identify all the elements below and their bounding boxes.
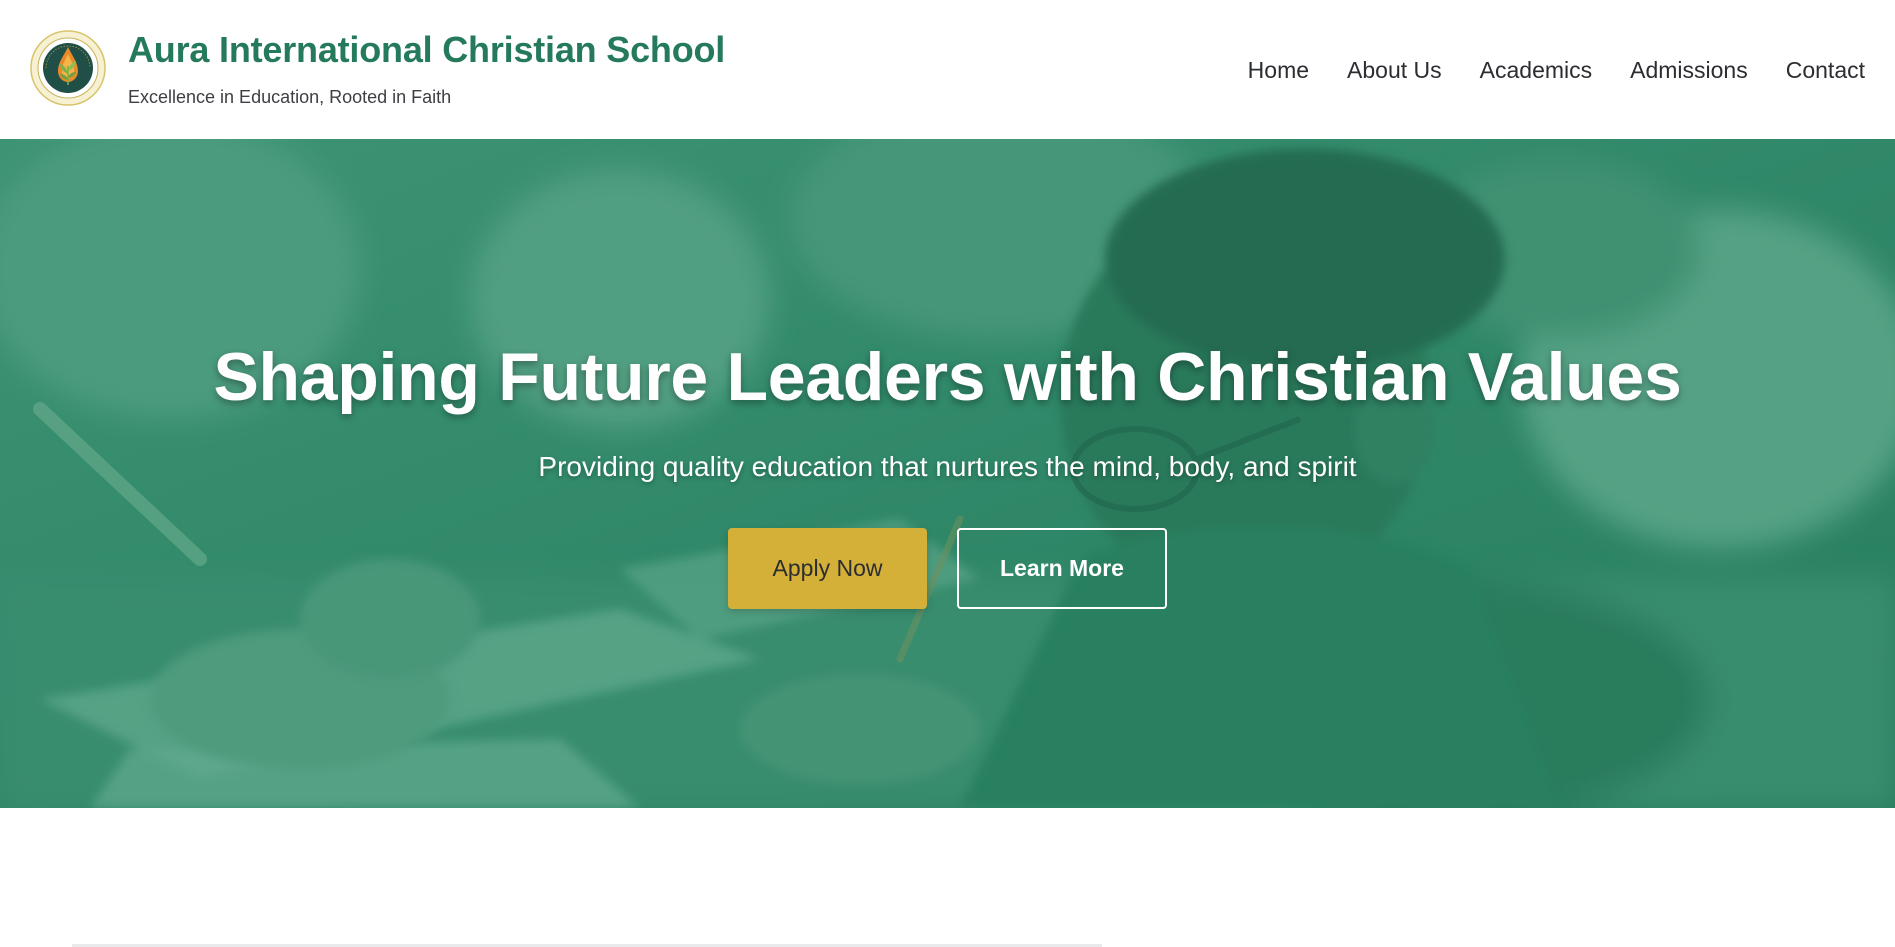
site-header: Aura International Christian School Exce… <box>0 0 1895 139</box>
hero-title: Shaping Future Leaders with Christian Va… <box>213 339 1682 415</box>
apply-now-button[interactable]: Apply Now <box>728 528 927 609</box>
hero-content: Shaping Future Leaders with Christian Va… <box>0 139 1895 808</box>
hero-section: Shaping Future Leaders with Christian Va… <box>0 139 1895 808</box>
site-title[interactable]: Aura International Christian School <box>128 28 725 72</box>
main-nav: Home About Us Academics Admissions Conta… <box>1248 0 1865 139</box>
nav-link-about-us[interactable]: About Us <box>1347 57 1442 84</box>
site-tagline: Excellence in Education, Rooted in Faith <box>128 86 452 107</box>
nav-link-admissions[interactable]: Admissions <box>1630 57 1748 84</box>
nav-link-home[interactable]: Home <box>1248 57 1309 84</box>
nav-link-academics[interactable]: Academics <box>1480 57 1592 84</box>
brand-text: Aura International Christian School Exce… <box>128 28 725 108</box>
brand[interactable]: Aura International Christian School Exce… <box>30 0 725 139</box>
hero-subtitle: Providing quality education that nurture… <box>538 451 1357 482</box>
nav-link-contact[interactable]: Contact <box>1786 57 1865 84</box>
school-crest-icon[interactable] <box>30 29 106 106</box>
learn-more-button[interactable]: Learn More <box>957 528 1167 609</box>
next-section <box>0 808 1895 947</box>
hero-actions: Apply Now Learn More <box>728 528 1167 609</box>
